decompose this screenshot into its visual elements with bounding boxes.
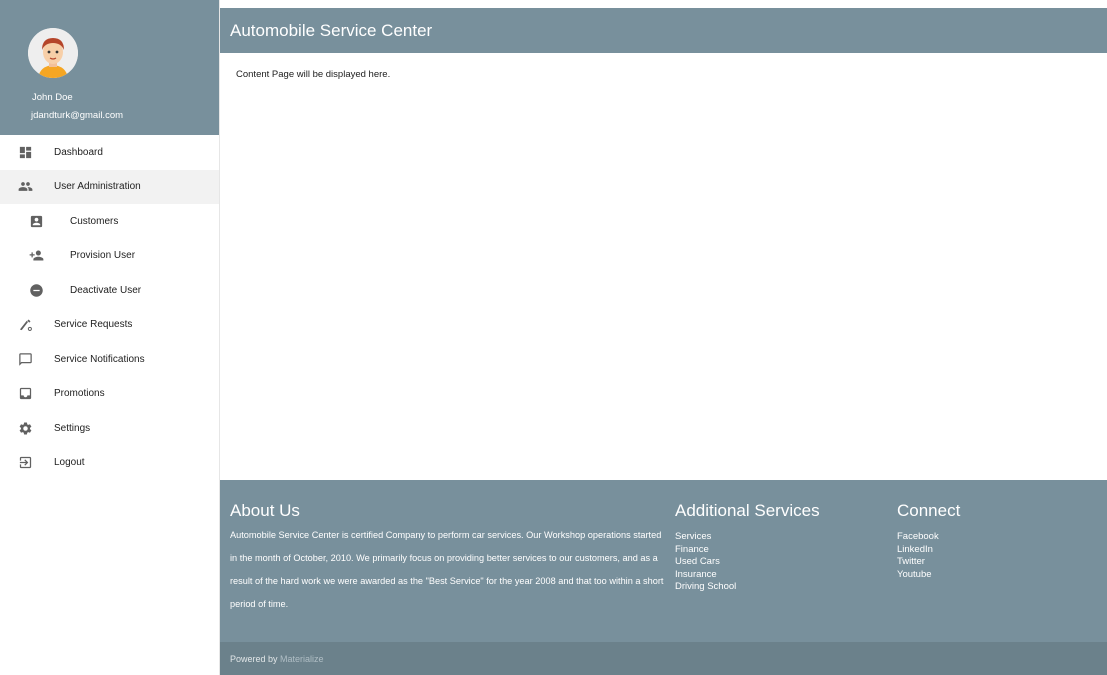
build-icon — [17, 317, 33, 333]
user-email: jdandturk@gmail.com — [31, 110, 124, 121]
logout-icon — [17, 455, 33, 471]
sidebar-item-label: Service Requests — [54, 319, 133, 331]
powered-by-brand-link[interactable]: Materialize — [280, 654, 324, 664]
footer-link-driving-school[interactable]: Driving School — [675, 581, 820, 594]
sidebar-item-label: Provision User — [70, 250, 136, 262]
person-add-icon — [28, 248, 44, 264]
sidebar-item-label: Logout — [54, 457, 85, 469]
sidebar-item-label: Service Notifications — [54, 353, 145, 365]
main-content-text: Content Page will be displayed here. — [236, 69, 391, 80]
sidebar-item-settings[interactable]: Settings — [0, 411, 219, 446]
sidebar-item-label: Promotions — [54, 388, 105, 400]
inbox-icon — [17, 386, 33, 402]
sidebar-item-promotions[interactable]: Promotions — [0, 377, 219, 412]
remove-circle-icon — [28, 282, 44, 298]
footer-link-finance[interactable]: Finance — [675, 544, 820, 557]
users-icon — [17, 179, 33, 195]
footer-link-linkedin[interactable]: LinkedIn — [897, 544, 960, 557]
footer-link-insurance[interactable]: Insurance — [675, 569, 820, 582]
powered-by: Powered by Materialize — [230, 654, 324, 664]
footer-about: About Us Automobile Service Center is ce… — [230, 501, 670, 616]
footer-link-twitter[interactable]: Twitter — [897, 556, 960, 569]
footer-additional-services: Additional Services Services Finance Use… — [675, 501, 820, 594]
sidebar-item-dashboard[interactable]: Dashboard — [0, 135, 219, 170]
avatar[interactable] — [28, 28, 78, 78]
footer-link-youtube[interactable]: Youtube — [897, 569, 960, 582]
sidebar-item-logout[interactable]: Logout — [0, 446, 219, 481]
page-title[interactable]: Automobile Service Center — [230, 21, 432, 41]
sidebar-item-label: User Administration — [54, 181, 141, 193]
sidebar-item-provision-user[interactable]: Provision User — [0, 239, 219, 274]
sidebar-item-label: Customers — [70, 215, 119, 227]
user-view: John Doe jdandturk@gmail.com — [0, 0, 219, 135]
user-name: John Doe — [32, 92, 73, 103]
avatar-image — [28, 28, 78, 78]
sidebar-item-service-notifications[interactable]: Service Notifications — [0, 342, 219, 377]
footer-about-text: Automobile Service Center is certified C… — [230, 530, 664, 609]
app-header: Automobile Service Center — [220, 8, 1107, 53]
footer-link-services[interactable]: Services — [675, 531, 820, 544]
sidebar-nav: Dashboard User Administration Customers … — [0, 135, 219, 480]
footer-connect-heading: Connect — [897, 501, 961, 520]
sidebar-item-customers[interactable]: Customers — [0, 204, 219, 239]
sidebar-item-label: Deactivate User — [70, 284, 142, 296]
footer-services-links: Services Finance Used Cars Insurance Dri… — [675, 531, 820, 594]
sidebar-item-user-administration[interactable]: User Administration — [0, 169, 219, 204]
chat-icon — [17, 351, 33, 367]
footer-connect: Connect Facebook LinkedIn Twitter Youtub… — [897, 501, 960, 581]
sidebar: John Doe jdandturk@gmail.com Dashboard U… — [0, 0, 220, 675]
dashboard-icon — [17, 144, 33, 160]
gear-icon — [17, 420, 33, 436]
footer-link-facebook[interactable]: Facebook — [897, 531, 960, 544]
footer-about-heading: About Us — [230, 501, 300, 520]
footer-connect-links: Facebook LinkedIn Twitter Youtube — [897, 531, 960, 581]
sidebar-item-label: Settings — [54, 422, 91, 434]
sidebar-item-label: Dashboard — [54, 146, 103, 158]
account-box-icon — [28, 213, 44, 229]
sidebar-item-service-requests[interactable]: Service Requests — [0, 308, 219, 343]
footer-services-heading: Additional Services — [675, 501, 820, 520]
sidebar-item-deactivate-user[interactable]: Deactivate User — [0, 273, 219, 308]
powered-by-prefix: Powered by — [230, 654, 281, 664]
footer-copyright-bar: Powered by Materialize — [220, 642, 1107, 675]
footer: About Us Automobile Service Center is ce… — [220, 480, 1107, 642]
footer-link-used-cars[interactable]: Used Cars — [675, 556, 820, 569]
